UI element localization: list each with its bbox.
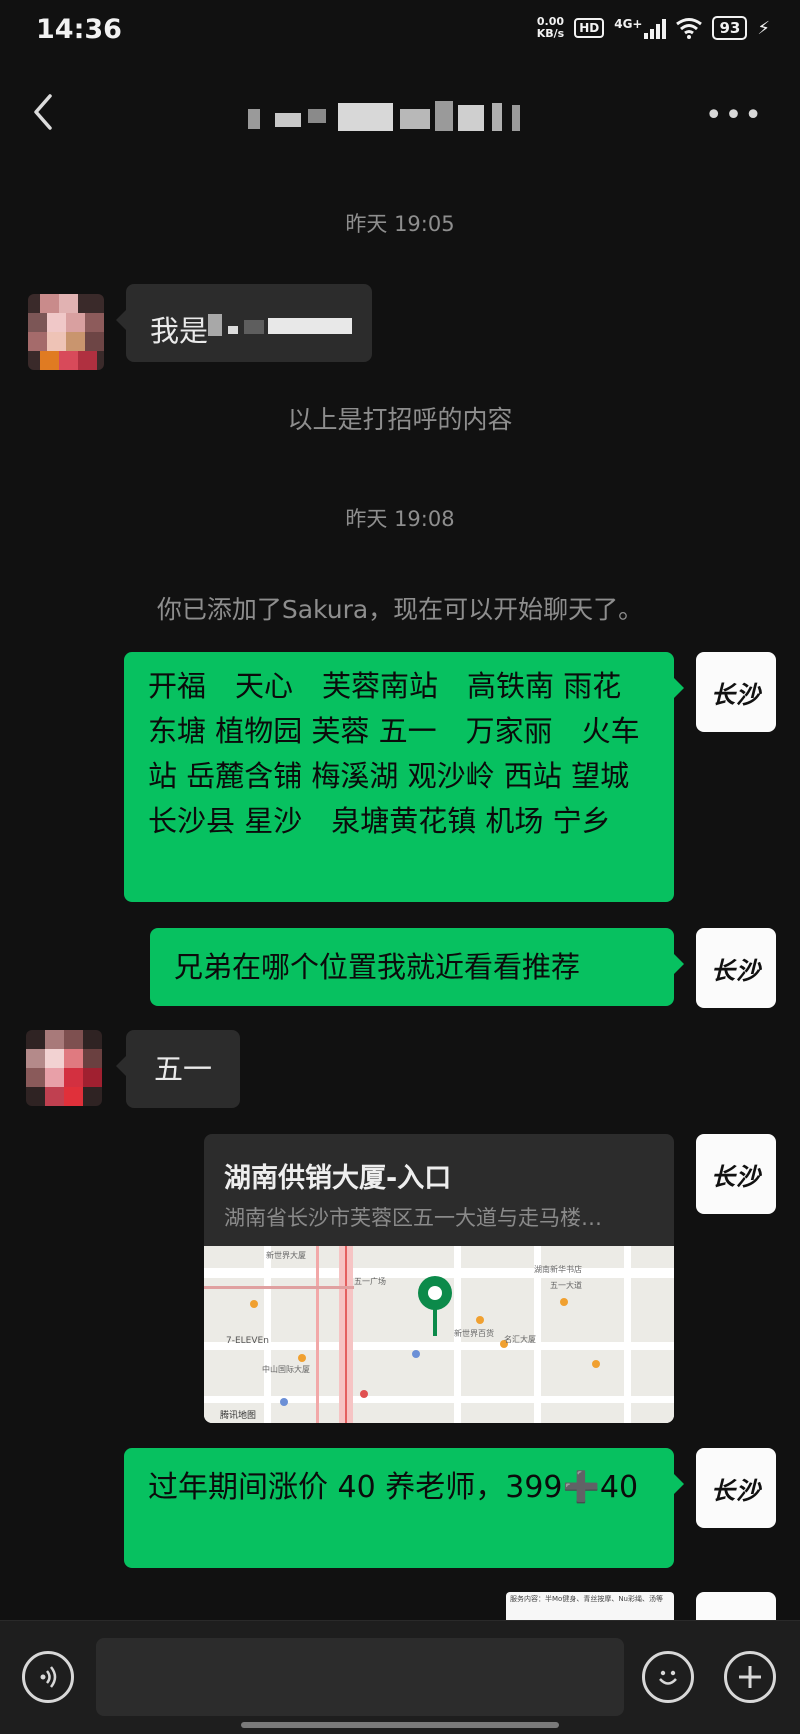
message-input[interactable] (96, 1638, 624, 1716)
self-avatar[interactable]: 长沙 (696, 1134, 776, 1214)
map-label: 中山国际大厦 (262, 1365, 310, 1374)
self-avatar-text: 长沙 (711, 1475, 761, 1505)
message-bubble-areas[interactable]: 开福 天心 芙蓉南站 高铁南 雨花 东塘 植物园 芙蓉 五一 万家丽 火车站 岳… (124, 652, 684, 902)
hd-badge: HD (574, 18, 605, 38)
more-options-button[interactable]: ••• (705, 98, 764, 133)
charging-icon: ⚡ (757, 17, 770, 39)
location-address: 湖南省长沙市芙蓉区五一大道与走马楼… (224, 1206, 602, 1230)
cellular-signal: 4G+ (614, 17, 667, 39)
self-avatar-text: 长沙 (711, 1161, 761, 1191)
message-bubble-greeting[interactable]: 我是 (116, 284, 372, 362)
network-type: 4G+ (614, 17, 643, 31)
map-label: 湖南新华书店 (534, 1265, 582, 1274)
self-avatar[interactable] (696, 1592, 776, 1620)
map-label: 名汇大厦 (504, 1335, 536, 1344)
self-avatar[interactable]: 长沙 (696, 1448, 776, 1528)
map-preview[interactable]: 新世界大厦 五一广场 湖南新华书店 五一大道 7-ELEVEn 中山国际大厦 新… (204, 1246, 674, 1423)
signal-bars-icon (644, 17, 667, 39)
greeting-note: 以上是打招呼的内容 (287, 405, 513, 434)
emoji-icon (659, 1670, 677, 1685)
wifi-icon (676, 18, 703, 39)
plus-button[interactable] (724, 1651, 776, 1703)
timestamp: 昨天 19:05 (345, 212, 455, 236)
plus-icon (739, 1666, 761, 1688)
message-text: 兄弟在哪个位置我就近看看推荐 (174, 950, 581, 984)
obscured-text-mosaic (208, 314, 352, 336)
message-bubble-price[interactable]: 过年期间涨价 40 养老师，399➕40 (124, 1448, 684, 1568)
voice-icon (40, 1666, 57, 1688)
contact-avatar[interactable] (26, 1030, 102, 1106)
self-avatar[interactable]: 长沙 (696, 928, 776, 1008)
map-pin-icon (418, 1276, 452, 1336)
self-avatar-text: 长沙 (711, 955, 761, 985)
self-avatar-text: 长沙 (711, 679, 761, 709)
map-label: 五一大道 (550, 1281, 582, 1290)
contact-avatar[interactable] (28, 294, 104, 370)
network-speed-unit: KB/s (536, 27, 565, 40)
location-title: 湖南供销大厦-入口 (224, 1163, 452, 1194)
added-notice: 你已添加了Sakura，现在可以开始聊天了。 (156, 595, 644, 624)
home-indicator (241, 1722, 559, 1728)
map-label: 新世界大厦 (266, 1251, 306, 1260)
message-text: 五一 (153, 1052, 212, 1086)
message-text: 我是 (150, 314, 209, 348)
message-bubble-reply[interactable]: 五一 (116, 1030, 240, 1108)
map-label: 7-ELEVEn (226, 1336, 269, 1346)
location-card[interactable]: 湖南供销大厦-入口 湖南省长沙市芙蓉区五一大道与走马楼… 新世界大厦 五一广场 … (204, 1134, 674, 1423)
network-speed: 0.00 KB/s (537, 16, 564, 40)
emoji-button[interactable] (642, 1651, 694, 1703)
back-button[interactable] (28, 92, 58, 132)
message-text: 开福 天心 芙蓉南站 高铁南 雨花 东塘 植物园 芙蓉 五一 万家丽 火车站 岳… (148, 669, 659, 838)
message-bubble-ask-location[interactable]: 兄弟在哪个位置我就近看看推荐 (150, 928, 684, 1006)
status-time: 14:36 (36, 14, 122, 45)
image-preview-text: 服务内容：半Mo健身、青丝按摩、Nu彩绳、汤等 (510, 1595, 663, 1603)
battery-indicator: 93 (712, 16, 748, 40)
self-avatar[interactable]: 长沙 (696, 652, 776, 732)
status-icons: 0.00 KB/s HD 4G+ 93 ⚡ (537, 16, 770, 40)
message-text: 过年期间涨价 40 养老师，399➕40 (148, 1470, 639, 1505)
map-label: 腾讯地图 (220, 1411, 257, 1421)
image-message-preview[interactable]: 服务内容：半Mo健身、青丝按摩、Nu彩绳、汤等 (506, 1592, 674, 1620)
chat-title-obscured (248, 101, 520, 131)
voice-button[interactable] (22, 1651, 74, 1703)
map-label: 新世界百货 (454, 1329, 494, 1338)
map-label: 五一广场 (354, 1277, 386, 1286)
timestamp: 昨天 19:08 (345, 507, 455, 531)
